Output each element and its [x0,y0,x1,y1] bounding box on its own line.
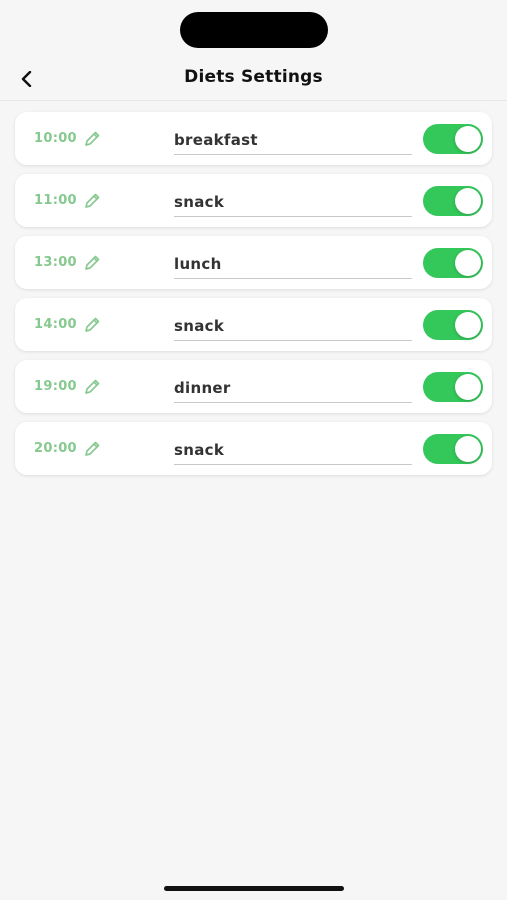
time-edit-button[interactable]: 13:00 [34,236,102,289]
meal-name-input[interactable] [174,374,412,403]
time-edit-button[interactable]: 14:00 [34,298,102,351]
meal-toggle[interactable] [423,434,483,464]
meal-row: 20:00 [15,422,492,475]
pencil-icon [85,255,100,270]
meal-time: 20:00 [34,441,77,456]
toggle-knob [455,312,481,338]
meal-name-input[interactable] [174,436,412,465]
toggle-knob [455,436,481,462]
meal-name-input[interactable] [174,126,412,155]
meal-toggle[interactable] [423,186,483,216]
meal-row: 14:00 [15,298,492,351]
meal-row: 13:00 [15,236,492,289]
pencil-icon [85,317,100,332]
meal-time: 13:00 [34,255,77,270]
meal-list: 10:00 11:00 13:00 [15,112,492,484]
meal-toggle[interactable] [423,124,483,154]
toggle-knob [455,126,481,152]
pencil-icon [85,193,100,208]
home-indicator [164,886,344,891]
time-edit-button[interactable]: 19:00 [34,360,102,413]
pencil-icon [85,379,100,394]
meal-toggle[interactable] [423,310,483,340]
meal-name-input[interactable] [174,250,412,279]
meal-time: 10:00 [34,131,77,146]
meal-row: 19:00 [15,360,492,413]
pencil-icon [85,131,100,146]
meal-time: 19:00 [34,379,77,394]
meal-time: 14:00 [34,317,77,332]
meal-name-input[interactable] [174,188,412,217]
meal-name-input[interactable] [174,312,412,341]
page-title: Diets Settings [184,67,323,87]
time-edit-button[interactable]: 10:00 [34,112,102,165]
nav-header: Diets Settings [0,56,507,101]
time-edit-button[interactable]: 20:00 [34,422,102,475]
toggle-knob [455,374,481,400]
meal-row: 11:00 [15,174,492,227]
time-edit-button[interactable]: 11:00 [34,174,102,227]
toggle-knob [455,250,481,276]
dynamic-island [180,12,328,48]
meal-toggle[interactable] [423,372,483,402]
meal-toggle[interactable] [423,248,483,278]
toggle-knob [455,188,481,214]
meal-time: 11:00 [34,193,77,208]
pencil-icon [85,441,100,456]
meal-row: 10:00 [15,112,492,165]
